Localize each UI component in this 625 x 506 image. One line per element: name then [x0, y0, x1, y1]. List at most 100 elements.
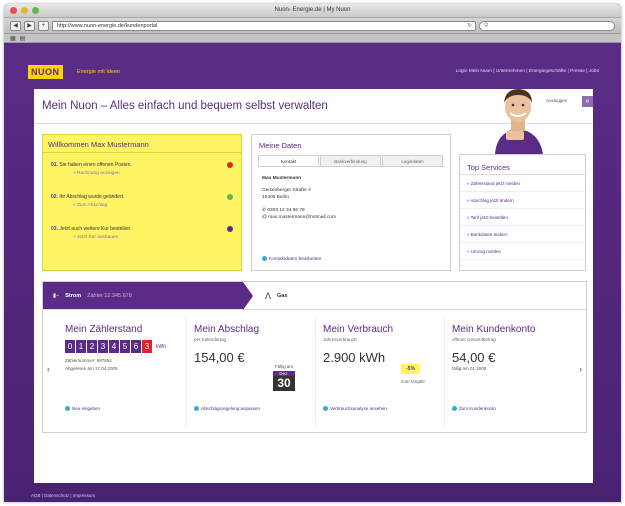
task-item[interactable]: 02. Ihr Abschlag wurde geändert. » Zum A… — [43, 185, 241, 217]
logout-button[interactable]: » — [582, 96, 593, 107]
back-button[interactable]: ◀ — [10, 20, 21, 31]
adjust-installment-label: Abschlagsregelung anpassen — [201, 406, 261, 411]
avatar — [495, 89, 543, 154]
counter-digit-decimal: 3 — [142, 340, 152, 353]
reading-date: Abgelesen am 17.04.2009 — [65, 366, 118, 371]
task-number: 01. — [51, 162, 58, 168]
service-link[interactable]: » Umzug melden — [460, 243, 585, 260]
service-link[interactable]: » Zählerstand jetzt melden — [460, 175, 585, 192]
counter-digit: 0 — [65, 340, 75, 353]
edit-contact-link[interactable]: Kontaktdaten bearbeiten — [262, 256, 321, 262]
bookmarks-grid-icon[interactable]: ▦ — [10, 35, 16, 42]
tab-login[interactable]: Logindaten — [382, 155, 443, 166]
info-bullet-icon — [194, 406, 199, 412]
service-link[interactable]: » Bankdaten ändern — [460, 226, 585, 243]
top-nav-links[interactable]: Login Mein Nuon | Unternehmen | Energieg… — [456, 69, 599, 74]
forward-button[interactable]: ▶ — [24, 20, 35, 31]
task-text: Sie haben einen offenen Posten. — [59, 162, 132, 168]
search-input[interactable]: ⚲ — [479, 20, 615, 31]
next-arrow-icon[interactable]: › — [579, 364, 582, 374]
task-item[interactable]: 03. Jetzt auch weitere Kur bestellen. » … — [43, 217, 241, 249]
meter-counter: 0 1 2 3 4 5 6 3 kWh — [65, 340, 179, 353]
address-bar[interactable]: http://www.nuon-energie.de/kundenportal … — [52, 20, 476, 31]
my-data-tabs: Kontakt Bankverbindung Logindaten — [258, 155, 444, 167]
tab-contact[interactable]: Kontakt — [258, 155, 319, 166]
energy-tabs: ▮− Strom Zähler 12.345.678 Λ Gas — [43, 282, 586, 310]
enter-reading-label: Neu eingeben — [72, 406, 101, 411]
logout-label[interactable]: Ausloggen — [546, 98, 567, 103]
address-text: http://www.nuon-energie.de/kundenportal — [57, 22, 158, 29]
flame-icon: Λ — [265, 290, 272, 301]
counter-digit: 6 — [131, 340, 141, 353]
info-bullet-icon — [262, 256, 267, 262]
counter-unit: kWh — [156, 343, 166, 350]
phone-icon: ✆ — [262, 207, 267, 213]
service-link[interactable]: » Abschlag jetzt ändern — [460, 192, 585, 209]
account-card: Mein Kundenkonto offener Gesamtbetrag 54… — [445, 316, 573, 428]
add-bookmark-button[interactable]: + — [38, 20, 49, 31]
status-green-icon — [227, 194, 233, 200]
installment-card: Mein Abschlag per Kalendertag 154,00 € F… — [187, 316, 316, 428]
consumption-label: Jahresverbrauch — [323, 337, 357, 342]
welcome-panel: Willkommen Max Mustermann 01. Sie haben … — [42, 134, 242, 271]
browser-window: Nuon- Energie.de | My Nuon ◀ ▶ + http://… — [4, 4, 621, 502]
welcome-title: Willkommen Max Mustermann — [43, 135, 241, 153]
service-link[interactable]: » Tarif jetzt bestellen — [460, 209, 585, 226]
portal-content: Mein Nuon – Alles einfach und bequem sel… — [34, 89, 593, 483]
title-bar: Nuon- Energie.de | My Nuon — [4, 4, 621, 18]
previous-arrow-icon[interactable]: ‹ — [47, 364, 50, 374]
my-data-title: Meine Daten — [259, 141, 302, 150]
meter-cards: Mein Zählerstand 0 1 2 3 4 5 6 3 kWh Zäh… — [58, 316, 573, 428]
adjust-installment-link[interactable]: Abschlagsregelung anpassen — [194, 406, 260, 412]
task-link[interactable]: » Zum Abschlag — [73, 203, 233, 208]
account-label: offener Gesamtbetrag — [452, 337, 496, 342]
my-data-panel: Meine Daten Kontakt Bankverbindung Login… — [251, 134, 451, 271]
meter-reading-title: Mein Zählerstand — [65, 324, 143, 335]
consumption-card: Mein Verbrauch Jahresverbrauch 2.900 kWh… — [316, 316, 445, 428]
browser-toolbar: ◀ ▶ + http://www.nuon-energie.de/kundenp… — [4, 18, 621, 34]
customer-name: Max Mustermann — [262, 176, 302, 181]
reload-icon[interactable]: ↻ — [467, 22, 472, 31]
enter-reading-link[interactable]: Neu eingeben — [65, 406, 100, 412]
change-badge: -5% — [401, 364, 420, 374]
web-page: NUON Energie mit Ideen Login Mein Nuon |… — [4, 44, 621, 502]
page-title: Mein Nuon – Alles einfach und bequem sel… — [42, 100, 328, 112]
account-value: 54,00 € — [452, 350, 496, 365]
customer-phone-row: ✆ 0303 12 34 56 78 — [262, 207, 440, 215]
change-note: zum Vorjahr — [401, 379, 426, 384]
services-title: Top Services — [460, 155, 585, 175]
footer-links[interactable]: AGB | Datenschutz | Impressum — [31, 493, 95, 498]
account-title: Mein Kundenkonto — [452, 324, 536, 335]
task-number: 02. — [51, 194, 58, 200]
electricity-label: Strom — [65, 292, 82, 299]
info-bullet-icon — [65, 406, 70, 412]
task-item[interactable]: 01. Sie haben einen offenen Posten. » Re… — [43, 153, 241, 185]
account-link-label: Zum Kundenkonto — [459, 406, 496, 411]
gas-label: Gas — [277, 292, 288, 299]
customer-phone: 0303 12 34 56 78 — [267, 207, 305, 213]
meter-number: Zählernummer: 987654 — [65, 358, 112, 363]
meter-reading-card: Mein Zählerstand 0 1 2 3 4 5 6 3 kWh Zäh… — [58, 316, 187, 428]
counter-digit: 1 — [76, 340, 86, 353]
due-date-box: Fällig am Dez. 30 — [273, 364, 295, 391]
nuon-logo[interactable]: NUON — [28, 65, 63, 79]
task-link[interactable]: » Jetzt Kur ausbauen — [73, 235, 233, 240]
account-link[interactable]: Zum Kundenkonto — [452, 406, 496, 412]
task-number: 03. — [51, 226, 58, 232]
customer-street: Geisenberger Straße 4 — [262, 187, 311, 193]
consumption-title: Mein Verbrauch — [323, 324, 394, 335]
window-title: Nuon- Energie.de | My Nuon — [274, 7, 351, 13]
consumption-analysis-label: Verbrauchsanalyse ansehen — [330, 406, 387, 411]
email-icon: @ — [262, 215, 267, 220]
search-icon: ⚲ — [484, 22, 489, 29]
tab-bank[interactable]: Bankverbindung — [320, 155, 381, 166]
plug-icon: ▮− — [53, 292, 60, 299]
task-link[interactable]: » Rechnung anzeigen — [73, 171, 233, 176]
counter-digit: 4 — [109, 340, 119, 353]
consumption-analysis-link[interactable]: Verbrauchsanalyse ansehen — [323, 406, 387, 412]
tab-electricity[interactable]: ▮− Strom Zähler 12.345.678 — [43, 282, 253, 310]
customer-email-row: @ max.mustermann@hotmail.com — [262, 214, 440, 222]
info-bullet-icon — [452, 406, 457, 412]
bookmarks-book-icon[interactable]: ▤ — [20, 35, 26, 42]
meter-number-label: Zähler 12.345.678 — [87, 292, 132, 299]
